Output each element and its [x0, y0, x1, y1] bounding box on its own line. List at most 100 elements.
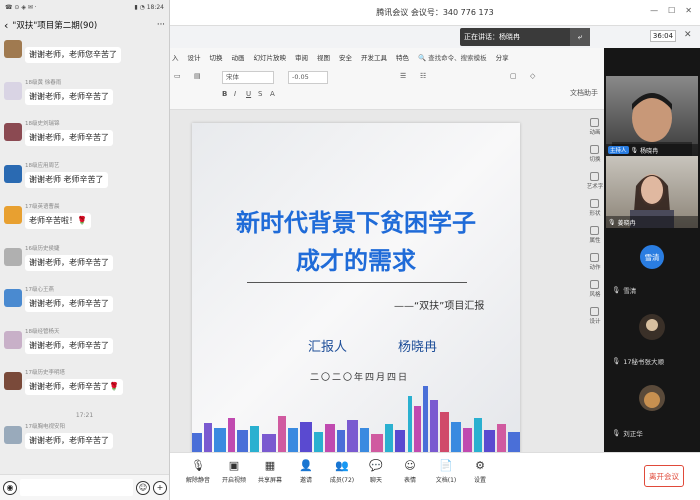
toolbar-document-button[interactable]: 📄 文档(1)	[430, 459, 462, 484]
participant-avatar-image[interactable]	[638, 384, 666, 412]
message-bubble[interactable]: 谢谢老师，老师辛苦了	[25, 432, 113, 449]
tool-icon	[590, 172, 600, 181]
share-button[interactable]: 分享	[496, 52, 509, 62]
leave-meeting-button[interactable]: 离开会议	[644, 465, 684, 487]
avatar[interactable]	[4, 81, 22, 100]
avatar[interactable]	[4, 330, 22, 349]
sidebar-tool[interactable]: 属性	[589, 226, 601, 244]
ribbon-tab[interactable]: 特色	[396, 52, 409, 62]
avatar[interactable]	[4, 372, 22, 390]
format-icon[interactable]: ▤	[194, 72, 201, 80]
participant-video-name: 姜晓冉	[617, 219, 636, 227]
sidebar-tool[interactable]: 设计	[589, 307, 601, 325]
ribbon-tab[interactable]: 审阅	[295, 52, 308, 62]
toolbar-emoji-button[interactable]: ☺ 表情	[394, 459, 426, 484]
message-bubble[interactable]: 谢谢老师 老师辛苦了	[25, 171, 108, 188]
sender-name: 18级应用周艺	[25, 162, 60, 169]
message-input[interactable]	[20, 479, 133, 496]
message-bubble[interactable]: 谢谢老师，老师辛苦了	[25, 337, 113, 354]
shape-icon[interactable]: ◇	[530, 72, 535, 80]
ribbon-tab[interactable]: 幻灯片放映	[254, 52, 287, 62]
voice-icon[interactable]: ◉	[3, 480, 17, 495]
ribbon-tab[interactable]: 切换	[210, 52, 223, 62]
sender-name	[25, 38, 121, 45]
toolbar-settings-button[interactable]: ⚙ 设置	[464, 459, 496, 484]
ribbon-tab[interactable]: 动画	[232, 52, 245, 62]
sidebar-tool[interactable]: 艺术字	[586, 172, 604, 190]
sidebar-tool[interactable]: 风格	[589, 280, 601, 298]
toolbar-video-off-button[interactable]: ▣ 开启视频	[218, 459, 250, 484]
message-list[interactable]: 谢谢老师，老师您辛苦了 18级黄 徐春雨 谢谢老师，老师辛苦了 18级史刘瑞锦 谢谢老师…	[0, 36, 169, 474]
toolbar-label: 表情	[403, 477, 416, 484]
avatar[interactable]	[4, 164, 22, 183]
ribbon-tab[interactable]: 入	[172, 52, 179, 62]
maximize-icon[interactable]: ☐	[668, 6, 675, 15]
participant-avatar[interactable]: 雪清	[640, 245, 664, 269]
font-size-select[interactable]: -0.05	[288, 71, 328, 84]
ribbon-tab[interactable]: 开发工具	[361, 52, 387, 62]
close-window-icon[interactable]: ✕	[685, 6, 692, 15]
toolbar-invite-button[interactable]: 👤 邀请	[290, 459, 322, 484]
sidebar-tool[interactable]: 动画	[589, 118, 601, 136]
numbering-icon[interactable]: ☷	[420, 72, 426, 80]
sender-name: 17级英语曹晨	[25, 204, 60, 210]
message-bubble[interactable]: 谢谢老师，老师辛苦了	[25, 254, 113, 271]
shadow-icon[interactable]: A	[270, 90, 275, 98]
avatar[interactable]	[4, 289, 22, 307]
tool-label: 艺术字	[586, 184, 604, 190]
list-item: 16级历史侯婕 谢谢老师，老师辛苦了	[0, 244, 169, 286]
tool-icon	[590, 280, 600, 289]
sidebar-tool[interactable]: 形状	[589, 199, 601, 217]
ribbon-tab[interactable]: 安全	[339, 52, 352, 62]
paste-icon[interactable]: ▭	[174, 72, 181, 80]
message-bubble[interactable]: 谢谢老师，老师您辛苦了	[25, 47, 121, 63]
avatar[interactable]	[4, 123, 22, 141]
toolbar-members-button[interactable]: 👥 成员(72)	[326, 459, 358, 484]
bullets-icon[interactable]: ☰	[400, 72, 406, 80]
meeting-window: 腾讯会议 会议号：340 776 173 — ☐ ✕ 正在讲话：杨晓冉 ⤶ 36…	[170, 0, 700, 500]
textbox-icon[interactable]: ▢	[510, 72, 517, 80]
wps-right-sidebar: 动画切换艺术字形状属性动作风格设计	[586, 112, 604, 452]
more-icon[interactable]: ···	[157, 20, 165, 30]
status-left-icons: ☎ ⊙ ◈ ✉ ·	[5, 3, 37, 11]
toolbar-chat-button[interactable]: 💬 聊天	[360, 459, 392, 484]
message-bubble[interactable]: 谢谢老师，老师辛苦了	[25, 296, 113, 312]
avatar[interactable]	[4, 206, 22, 224]
slide-subtitle: ——“双扶”项目汇报	[394, 301, 485, 312]
plus-icon[interactable]: +	[153, 480, 167, 495]
list-item: 18级应用周艺谢谢老师 老师辛苦了	[0, 161, 169, 203]
italic-icon[interactable]: I	[234, 90, 236, 98]
command-search[interactable]: 🔍 查找命令、搜索模板	[418, 52, 487, 62]
message-bubble[interactable]: 谢谢老师，老师辛苦了	[25, 130, 113, 146]
underline-icon[interactable]: U	[246, 90, 251, 98]
ribbon-tab[interactable]: 视图	[317, 52, 330, 62]
toolbar-mic-muted-button[interactable]: 🎙 解除静音	[182, 459, 214, 484]
toolbar-share-screen-button[interactable]: ▦ 共享屏幕	[254, 459, 286, 484]
close-share-icon[interactable]: ✕	[684, 30, 692, 40]
message-bubble[interactable]: 老师辛苦啦！🌹	[25, 213, 91, 229]
sidebar-tool[interactable]: 动作	[589, 253, 601, 271]
participant-avatar-image[interactable]	[638, 313, 666, 341]
sidebar-tool[interactable]: 切换	[589, 145, 601, 163]
minimize-icon[interactable]: —	[650, 6, 658, 15]
font-select[interactable]: 宋体	[222, 71, 274, 84]
bold-icon[interactable]: B	[222, 90, 227, 98]
participant-video-tile[interactable]: 🎙 姜晓冉	[606, 156, 698, 228]
avatar[interactable]	[4, 40, 22, 58]
doc-assistant-button[interactable]: 文档助手	[570, 88, 598, 98]
emoji-icon[interactable]: ☺	[136, 480, 150, 495]
list-item: 17级历史李明塔 谢谢老师，老师辛苦了🌹	[0, 368, 169, 410]
members-icon: 👥	[335, 459, 349, 472]
message-bubble[interactable]: 谢谢老师，老师辛苦了	[25, 88, 113, 105]
message-bubble[interactable]: 谢谢老师，老师辛苦了🌹	[25, 379, 123, 395]
tool-icon	[590, 199, 600, 208]
host-video-tile[interactable]: 主持人 🎙 杨晓冉	[606, 76, 698, 156]
avatar[interactable]	[4, 247, 22, 266]
tool-label: 风格	[589, 292, 601, 298]
pin-icon[interactable]: ⤶	[570, 28, 590, 46]
ribbon-tab[interactable]: 设计	[188, 52, 201, 62]
meeting-toolbar: 离开会议 🎙 解除静音 ▣ 开启视频 ▦ 共享屏幕 👤 邀请 👥 成员(72) 💬 聊天 ☺ 表情 📄 文档(…	[170, 452, 700, 500]
strike-icon[interactable]: S	[258, 90, 262, 98]
back-icon[interactable]: ‹	[4, 19, 8, 32]
share-screen-icon: ▦	[264, 459, 276, 472]
